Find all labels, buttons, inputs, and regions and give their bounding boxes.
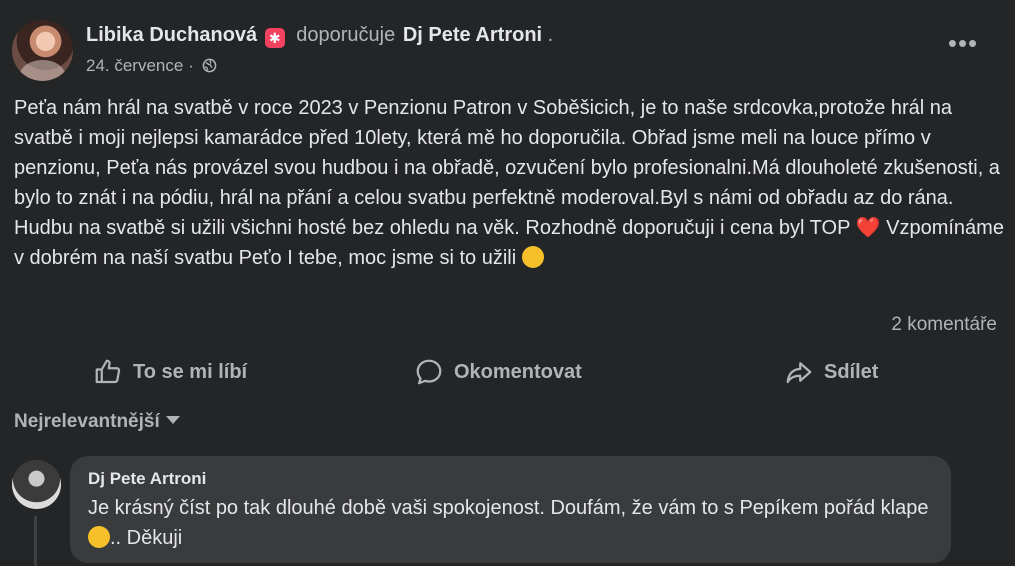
thumbs-up-icon [95,359,121,384]
comment-label: Okomentovat [454,360,582,383]
separator-dot: . [547,24,554,46]
page-name-link[interactable]: Dj Pete Artroni [403,24,542,46]
comment-button[interactable]: Okomentovat [414,349,582,395]
comment-bubble: Dj Pete Artroni Je krásný číst po tak dl… [70,456,951,563]
more-options-button[interactable]: ••• [945,30,981,62]
speech-bubble-icon [416,359,442,385]
like-button[interactable]: To se mi líbí [93,349,247,395]
action-bar: To se mi líbí Okomentovat Sdílet [0,349,1015,395]
post-meta: 24. července · [86,56,217,76]
author-line: Libika Duchanová ✱ doporučuje Dj Pete Ar… [86,24,553,48]
comment-author[interactable]: Dj Pete Artroni [88,469,933,489]
comment-text-part1: Je krásný číst po tak dlouhé době vaši s… [88,497,929,519]
heart-emoji-icon: ❤️ [855,217,881,239]
date-separator: · [188,56,194,75]
comment-count-link[interactable]: 2 komentáře [891,314,997,336]
share-label: Sdílet [824,360,879,383]
comment-sort-dropdown[interactable]: Nejrelevantnější [14,411,180,433]
star-badge-icon: ✱ [264,28,285,48]
post-text-part1: Peťa nám hrál na svatbě v roce 2023 v Pe… [14,97,1000,239]
author-avatar[interactable] [12,20,73,81]
thread-line [34,516,37,566]
globe-icon [203,58,217,73]
post-header: Libika Duchanová ✱ doporučuje Dj Pete Ar… [12,18,1003,81]
smiling-face-emoji-icon [88,526,110,548]
share-button[interactable]: Sdílet [784,349,878,395]
recommends-text: doporučuje [296,24,396,46]
comment-text-part2: .. Děkuji [110,527,183,549]
sort-label: Nejrelevantnější [14,411,160,432]
like-label: To se mi líbí [133,360,248,383]
commenter-avatar[interactable] [12,460,61,509]
share-arrow-icon [786,362,812,384]
post-date[interactable]: 24. července [86,56,183,75]
chevron-down-icon [165,416,180,424]
post-body: Peťa nám hrál na svatbě v roce 2023 v Pe… [14,93,1004,273]
post-card: Libika Duchanová ✱ doporučuje Dj Pete Ar… [0,0,1015,566]
hugging-face-emoji-icon [521,246,544,268]
comment-text: Je krásný číst po tak dlouhé době vaši s… [88,493,933,553]
author-name[interactable]: Libika Duchanová [86,24,257,46]
